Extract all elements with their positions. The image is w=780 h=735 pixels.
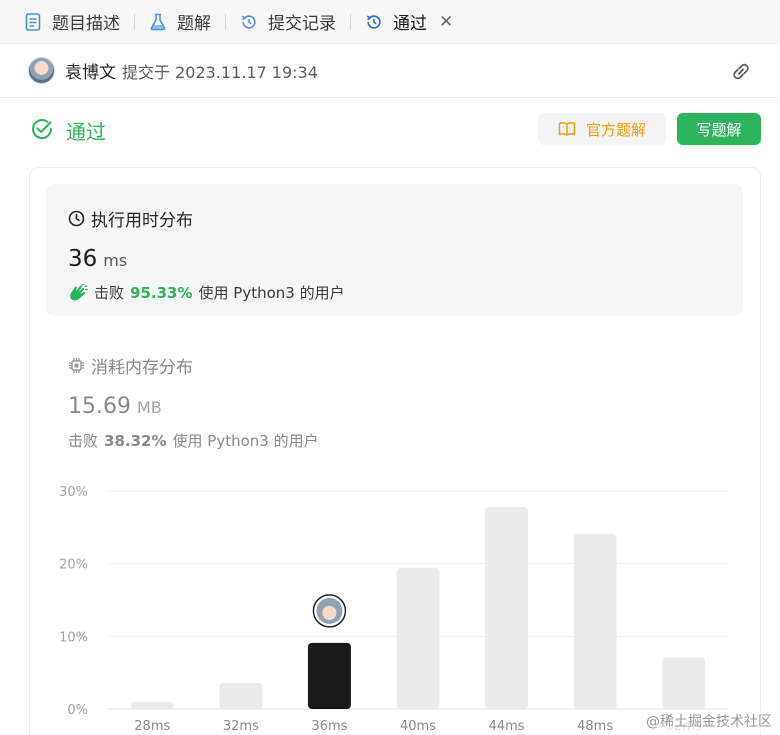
- result-card: 执行用时分布 36 ms 击败 95.33% 使用 Python3 的用户 消耗内…: [29, 167, 761, 735]
- link-icon[interactable]: [728, 59, 754, 83]
- tab-separator: [350, 13, 351, 30]
- flask-icon: [149, 13, 167, 31]
- status-row: 通过 官方题解 写题解: [0, 98, 780, 164]
- runtime-beat-percent: 95.33%: [130, 283, 193, 302]
- runtime-title-label: 执行用时分布: [91, 211, 193, 231]
- tab-bar: 题目描述 题解 提交记录 通过 ✕: [0, 0, 780, 44]
- tab-description-label: 题目描述: [52, 14, 120, 34]
- document-icon: [24, 12, 42, 31]
- clock-icon: [68, 210, 85, 227]
- close-icon[interactable]: ✕: [439, 12, 453, 32]
- history-icon: [365, 13, 383, 31]
- clap-icon: [68, 283, 88, 302]
- runtime-beat-suffix: 使用 Python3 的用户: [198, 284, 345, 302]
- runtime-title: 执行用时分布: [68, 206, 193, 231]
- memory-title[interactable]: 消耗内存分布: [68, 353, 193, 378]
- tab-solutions[interactable]: 题解: [149, 0, 211, 44]
- submission-header: 袁博文 提交于 2023.11.17 19:34: [0, 44, 780, 98]
- tab-submissions[interactable]: 提交记录: [240, 0, 336, 44]
- memory-unit: MB: [136, 398, 162, 417]
- tab-description[interactable]: 题目描述: [24, 0, 120, 44]
- submitted-at: 提交于 2023.11.17 19:34: [122, 62, 318, 82]
- memory-beat-prefix: 击败: [68, 432, 99, 450]
- tab-separator: [225, 13, 226, 30]
- chip-icon: [68, 357, 85, 374]
- runtime-panel[interactable]: 执行用时分布 36 ms 击败 95.33% 使用 Python3 的用户: [46, 184, 743, 316]
- memory-value: 15.69 MB: [68, 394, 162, 419]
- status-accepted: 通过: [66, 120, 106, 144]
- watermark: @稀土掘金技术社区: [644, 711, 774, 731]
- user-name[interactable]: 袁博文: [65, 58, 116, 83]
- avatar[interactable]: [28, 57, 55, 84]
- runtime-value: 36 ms: [68, 246, 127, 272]
- memory-number: 15.69: [68, 394, 131, 419]
- memory-beat: 击败 38.32% 使用 Python3 的用户: [68, 430, 319, 451]
- tab-result[interactable]: 通过 ✕: [365, 0, 453, 44]
- tab-separator: [134, 13, 135, 30]
- official-solution-label: 官方题解: [585, 120, 646, 139]
- memory-beat-suffix: 使用 Python3 的用户: [172, 432, 319, 450]
- runtime-beat: 击败 95.33% 使用 Python3 的用户: [68, 282, 345, 303]
- book-icon: [558, 121, 576, 137]
- runtime-beat-prefix: 击败: [94, 284, 125, 302]
- runtime-number: 36: [68, 246, 98, 272]
- memory-beat-percent: 38.32%: [104, 432, 167, 450]
- official-solution-button[interactable]: 官方题解: [538, 113, 666, 145]
- memory-title-label: 消耗内存分布: [91, 358, 193, 378]
- tab-solutions-label: 题解: [177, 14, 211, 34]
- write-solution-button[interactable]: 写题解: [677, 113, 761, 145]
- runtime-unit: ms: [103, 251, 128, 270]
- tab-result-label: 通过: [393, 14, 427, 34]
- history-icon: [240, 13, 258, 31]
- check-circle-icon: [30, 117, 54, 141]
- tab-submissions-label: 提交记录: [268, 14, 336, 34]
